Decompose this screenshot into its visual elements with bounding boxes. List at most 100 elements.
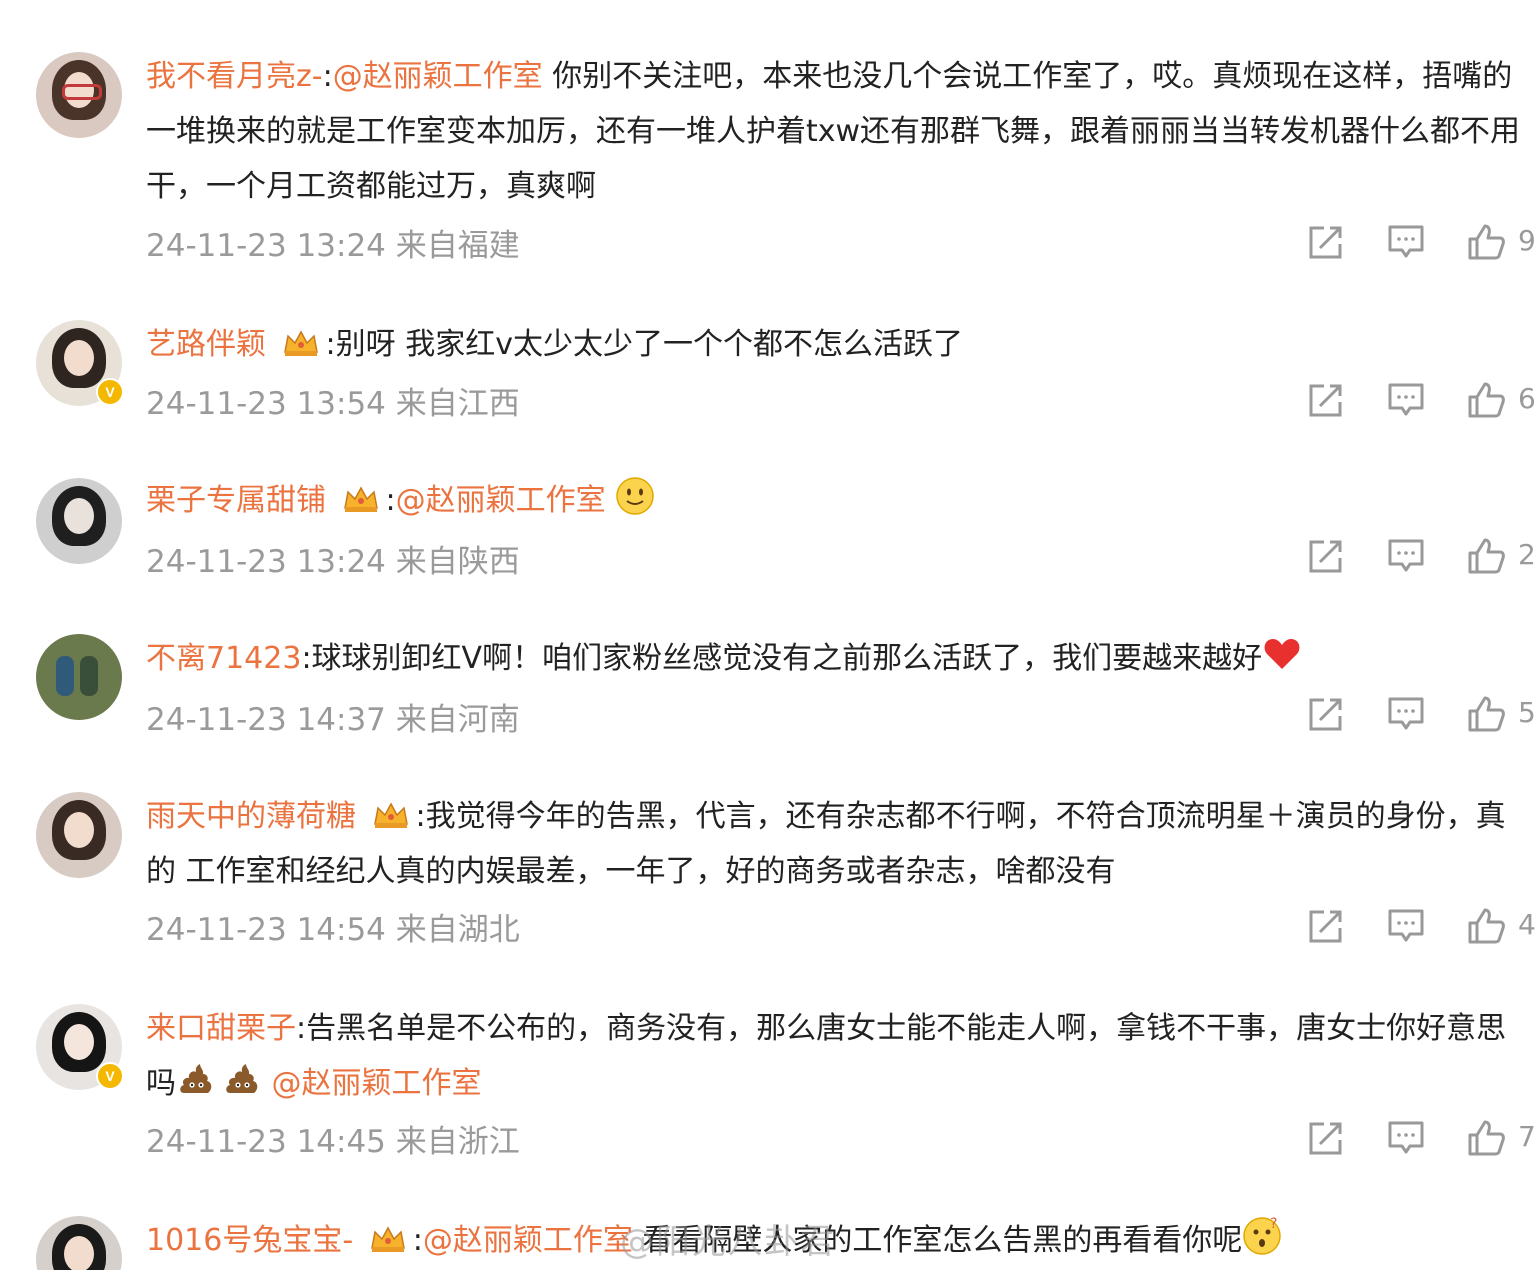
comment-actions: 5 [1306,694,1536,734]
reply-button[interactable] [1386,380,1426,420]
comment-body: 来口甜栗子:告黑名单是不公布的，商务没有，那么唐女士能不能走人啊，拿钱不干事，唐… [146,1001,1522,1117]
share-icon [1309,226,1342,259]
comment-time: 24-11-23 14:37 [146,702,386,738]
like-button[interactable] [1466,536,1506,576]
comment-item: V 来口甜栗子:告黑名单是不公布的，商务没有，那么唐女士能不能走人啊，拿钱不干事… [0,984,1536,1184]
reply-button[interactable] [1386,536,1426,576]
reply-button[interactable] [1386,222,1426,262]
like-count: 5 [1518,696,1536,729]
like-icon [1468,908,1505,944]
like-button[interactable] [1466,1118,1506,1158]
comment-actions: 7 [1306,1118,1536,1158]
share-icon [1309,698,1342,731]
comment-time: 24-11-23 14:45 [146,1124,386,1160]
comment-actions: 9 [1306,222,1536,262]
svg-text:?: ? [1270,1216,1277,1232]
separator: : [301,641,312,676]
separator: : [296,1011,307,1046]
share-icon [1309,1122,1342,1155]
comment-location: 来自河南 [395,702,520,738]
share-button[interactable] [1306,906,1346,946]
comment-item: 栗子专属甜铺 :@赵丽颖工作室 24-11-23 13:24 来自陕西 2 [0,456,1536,596]
comment-meta: 24-11-23 14:54 来自湖北 [146,904,520,949]
comment-icon [1388,225,1424,258]
username-link[interactable]: 不离71423 [146,641,301,676]
comment-body: 我不看月亮z-:@赵丽颖工作室 你别不关注吧，本来也没几个会说工作室了，哎。真烦… [146,49,1522,214]
comment-location: 来自江西 [395,386,520,422]
avatar[interactable] [36,634,122,720]
username-link[interactable]: 来口甜栗子 [146,1011,296,1046]
separator: : [412,1223,423,1258]
like-icon [1468,1120,1505,1156]
username-link[interactable]: 栗子专属甜铺 [146,483,326,518]
comment-meta: 24-11-23 13:24 来自陕西 [146,536,520,581]
avatar[interactable] [36,52,122,138]
like-button[interactable] [1466,694,1506,734]
comment-icon [1388,383,1424,416]
comment-body: 不离71423:球球别卸红V啊！咱们家粉丝感觉没有之前那么活跃了，我们要越来越好 [146,631,1522,692]
comment-time: 24-11-23 13:24 [146,228,386,264]
like-icon [1468,696,1505,732]
comment-location: 来自福建 [395,228,520,264]
avatar[interactable] [36,1216,122,1270]
comment-icon [1388,1121,1424,1154]
avatar[interactable] [36,478,122,564]
comment-body: 雨天中的薄荷糖 :我觉得今年的告黑，代言，还有杂志都不行啊，不符合顶流明星＋演员… [146,789,1522,899]
comment-body: 栗子专属甜铺 :@赵丽颖工作室 [146,473,1522,534]
like-button[interactable] [1466,906,1506,946]
like-button[interactable] [1466,380,1506,420]
verified-badge-icon: V [96,378,124,406]
reply-button[interactable] [1386,1118,1426,1158]
comment-text: 别呀 我家红v太少太少了一个个都不怎么活跃了 [335,327,963,362]
crown-icon [369,1217,407,1252]
comment-body: 艺路伴颖 :别呀 我家红v太少太少了一个个都不怎么活跃了 [146,317,1522,372]
comment-actions: 6 [1306,380,1536,420]
share-button[interactable] [1306,694,1346,734]
comment-icon [1388,539,1424,572]
comment-time: 24-11-23 14:54 [146,912,386,948]
username-link[interactable]: 雨天中的薄荷糖 [146,799,356,834]
like-count: 4 [1518,908,1536,941]
separator: : [322,59,333,94]
crown-icon [372,793,410,828]
thinking-emoji-icon: ? [1242,1216,1282,1270]
username-link[interactable]: 艺路伴颖 [146,327,266,362]
reply-button[interactable] [1386,906,1426,946]
share-button[interactable] [1306,222,1346,262]
verified-badge-icon: V [96,1062,124,1090]
avatar[interactable] [36,792,122,878]
comment-location: 来自浙江 [395,1124,520,1160]
comment-time: 24-11-23 13:54 [146,386,386,422]
comment-item: 我不看月亮z-:@赵丽颖工作室 你别不关注吧，本来也没几个会说工作室了，哎。真烦… [0,0,1536,290]
like-count: 9 [1518,224,1536,257]
comment-meta: 24-11-23 13:24 来自福建 [146,220,520,265]
reply-button[interactable] [1386,694,1426,734]
share-icon [1309,540,1342,573]
poop-emoji-icon [222,1059,262,1117]
share-button[interactable] [1306,380,1346,420]
username-link[interactable]: 我不看月亮z- [146,59,323,94]
comment-text: 球球别卸红V啊！咱们家粉丝感觉没有之前那么活跃了，我们要越来越好 [311,641,1263,676]
comment-meta: 24-11-23 13:54 来自江西 [146,378,520,423]
share-icon [1309,384,1342,417]
crown-icon [342,477,380,512]
mention-link[interactable]: @赵丽颖工作室 [423,1223,633,1258]
heart-emoji-icon [1262,634,1302,692]
like-count: 6 [1518,382,1536,415]
mention-link[interactable]: @赵丽颖工作室 [333,59,543,94]
mention-link[interactable]: @赵丽颖工作室 [396,483,606,518]
like-icon [1468,538,1505,574]
comment-meta: 24-11-23 14:45 来自浙江 [146,1116,520,1161]
comment-actions: 4 [1306,906,1536,946]
like-button[interactable] [1466,222,1506,262]
smile-emoji-icon [615,476,655,534]
comment-location: 来自湖北 [395,912,520,948]
mention-link[interactable]: @赵丽颖工作室 [272,1066,482,1101]
username-link[interactable]: 1016号兔宝宝- [146,1223,353,1258]
share-button[interactable] [1306,1118,1346,1158]
like-icon [1468,224,1505,260]
comment-actions: 2 [1306,536,1536,576]
share-button[interactable] [1306,536,1346,576]
comment-time: 24-11-23 13:24 [146,544,386,580]
watermark-text: @阳光八卦君 [620,1222,836,1262]
